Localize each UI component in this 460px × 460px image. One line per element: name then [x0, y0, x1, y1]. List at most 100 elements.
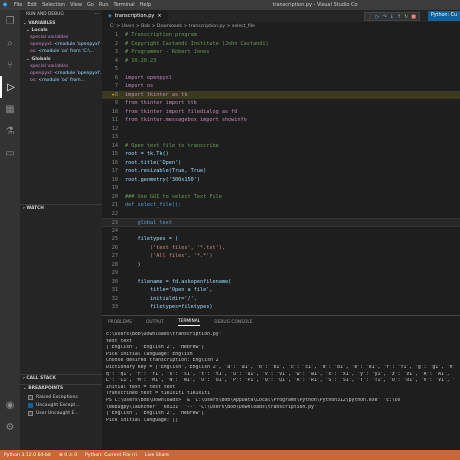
code-line[interactable]: 24 — [102, 227, 460, 236]
source-control-icon[interactable]: ⑂ — [0, 54, 20, 76]
menu-item-selection[interactable]: Selection — [42, 0, 65, 10]
step-over-icon[interactable]: ↷ — [382, 14, 386, 20]
code-line[interactable]: 28 ) — [102, 261, 460, 270]
live-share[interactable]: Live Share — [145, 453, 169, 458]
breakpoint-checkbox[interactable] — [28, 402, 33, 408]
variable-row[interactable]: os: <module 'os' from... — [20, 77, 102, 84]
code-view[interactable]: 1 # Transcription program 2 # Copyright Cas… — [102, 31, 460, 312]
gear-icon[interactable]: ⚙ — [0, 416, 20, 438]
code-line[interactable]: 32 initialdir='/', — [102, 295, 460, 304]
code-line[interactable]: 25 filetypes = ( — [102, 235, 460, 244]
menu-item-help[interactable]: Help — [140, 0, 151, 10]
globals-scope[interactable]: ⌄ Globals — [20, 56, 102, 63]
account-icon[interactable]: ◉ — [0, 394, 20, 416]
callstack-section[interactable]: › CALL STACK — [20, 374, 102, 381]
menu-item-file[interactable]: File — [14, 0, 22, 10]
breadcrumb[interactable]: C: > Users > Bob > Downloads > transcrip… — [102, 22, 460, 31]
continue-icon[interactable]: ▷ — [376, 14, 380, 20]
breakpoint-item[interactable]: User Uncaught E... — [20, 409, 102, 417]
variable-row[interactable]: special variables — [20, 34, 102, 41]
extensions-icon[interactable]: ▦ — [0, 98, 20, 120]
code-line[interactable]: 18 root.geometry('300x150') — [102, 176, 460, 185]
debug-config[interactable]: Python: Current File (ri — [85, 453, 137, 458]
code-line[interactable]: 3 # Programmer - Robert Jones — [102, 48, 460, 57]
variable-row[interactable]: openpyxl: <module 'openpyxl' from... — [20, 41, 102, 48]
code-line[interactable]: 10 from tkinter import filedialog as fd — [102, 108, 460, 117]
code-line[interactable]: 11 from tkinter.messagebox import showinf… — [102, 116, 460, 125]
restart-icon[interactable]: ↻ — [404, 14, 408, 20]
menu-item-go[interactable]: Go — [87, 0, 94, 10]
explorer-icon[interactable]: ❐ — [0, 10, 20, 32]
tab-terminal[interactable]: TERMINAL — [177, 319, 201, 326]
problems-count[interactable]: ⊗ 0 ⚠ 0 — [59, 453, 77, 458]
variable-row[interactable]: os: <module 'os' from 'C:\... — [20, 48, 102, 55]
code-line[interactable]: 9 from tkinter import ttk — [102, 99, 460, 108]
code-line[interactable]: 31 title='Open a file', — [102, 286, 460, 295]
code-line[interactable]: 8 ▸ import tkinter as tk — [102, 90, 460, 99]
code-line[interactable]: 19 — [102, 184, 460, 193]
variable-value: <module 'os' from 'C:\... — [36, 49, 95, 54]
code-line[interactable]: 22 — [102, 210, 460, 219]
breakpoint-item[interactable]: Raised Exceptions — [20, 393, 102, 401]
tab-output[interactable]: OUTPUT — [146, 320, 164, 325]
code-line[interactable]: 5 — [102, 65, 460, 74]
breakpoints-section[interactable]: ⌄ BREAKPOINTS — [20, 384, 102, 391]
step-out-icon[interactable]: ↑ — [397, 14, 401, 20]
tab-problems[interactable]: PROBLEMS — [108, 320, 132, 325]
watch-section[interactable]: › WATCH — [20, 204, 102, 211]
code-line[interactable]: 2 # Copyright Castandi Institute (John Ca… — [102, 40, 460, 49]
variables-section[interactable]: ⌄ VARIABLES — [20, 20, 102, 27]
stop-icon[interactable]: ■ — [411, 14, 416, 20]
tab-debug-console[interactable]: DEBUG CONSOLE — [214, 320, 252, 325]
code-line[interactable]: 16 root.title('Open') — [102, 159, 460, 168]
locals-scope[interactable]: ⌄ Locals — [20, 27, 102, 34]
tab-transcription[interactable]: ◆ transcription.py × — [102, 10, 168, 22]
code-line[interactable]: 23 global text — [102, 218, 460, 227]
sidebar-header: RUN AND DEBUG ··· — [20, 10, 102, 20]
line-text: ('All files', '*.*') — [125, 253, 213, 259]
menu-item-view[interactable]: View — [70, 0, 82, 10]
python-interpreter[interactable]: Python 3.12.0 64-bit — [4, 453, 51, 458]
terminal-line: ['English', 'English 2', 'Hebrew'] — [106, 345, 205, 351]
code-line[interactable]: 20 ### Use GUI to select Text File — [102, 193, 460, 202]
close-icon[interactable]: × — [157, 13, 161, 19]
line-text: filetypes = ( — [125, 236, 179, 242]
code-line[interactable]: 21 def select_file(): — [102, 201, 460, 210]
breakpoint-checkbox[interactable] — [28, 410, 33, 416]
line-number: 3 — [114, 49, 118, 55]
code-line[interactable]: 33 filetypes=filetypes) — [102, 303, 460, 312]
code-line[interactable]: 29 — [102, 269, 460, 278]
code-line[interactable]: 17 root.resizable(True, True) — [102, 167, 460, 176]
code-line[interactable]: 6 import openpyxl — [102, 74, 460, 83]
menu-item-terminal[interactable]: Terminal — [114, 0, 135, 10]
code-line[interactable]: 26 ('text files', '*.txt'), — [102, 244, 460, 253]
more-icon[interactable]: ··· — [95, 10, 102, 20]
line-text: import tkinter as tk — [125, 91, 188, 98]
breakpoint-checkbox[interactable] — [28, 394, 33, 400]
run-debug-icon[interactable]: ▷ — [0, 76, 20, 98]
terminal-output[interactable]: c:\Users\Bob\Downloads\transcription.py'… — [102, 328, 460, 424]
code-line[interactable]: 1 # Transcription program — [102, 31, 460, 40]
remote-explorer-icon[interactable]: ▭ — [0, 142, 20, 164]
breakpoint-item[interactable]: Uncaught Except... — [20, 401, 102, 409]
code-line[interactable]: 7 import os — [102, 82, 460, 91]
code-line[interactable]: 15 root = tk.Tk() — [102, 150, 460, 159]
testing-icon[interactable]: ⚗ — [0, 120, 20, 142]
variable-name: openpyxl: — [30, 71, 53, 76]
code-line[interactable]: 27 ('All files', '*.*') — [102, 252, 460, 261]
code-line[interactable]: 13 — [102, 133, 460, 142]
menu-item-run[interactable]: Run — [99, 0, 109, 10]
code-line[interactable]: 4 # 10.20.23 — [102, 57, 460, 66]
grip-icon[interactable]: ⋮ — [368, 14, 373, 20]
variable-row[interactable]: special variables — [20, 63, 102, 70]
step-into-icon[interactable]: ↓ — [390, 14, 394, 20]
search-icon[interactable]: ⌕ — [0, 32, 20, 54]
debug-target-badge[interactable]: Python: Cu — [427, 11, 460, 21]
variable-row[interactable]: openpyxl: <module 'openpyxl'... — [20, 70, 102, 77]
line-text: from tkinter.messagebox import showinfo — [125, 117, 247, 123]
activity-bar: ❐ ⌕ ⑂ ▷ ▦ ⚗ ▭ ◉ ⚙ — [0, 10, 20, 450]
code-line[interactable]: 12 — [102, 125, 460, 134]
code-line[interactable]: 30 filename = fd.askopenfilename( — [102, 278, 460, 287]
code-line[interactable]: 14 # Open text file to transcribe — [102, 142, 460, 151]
menu-item-edit[interactable]: Edit — [27, 0, 37, 10]
